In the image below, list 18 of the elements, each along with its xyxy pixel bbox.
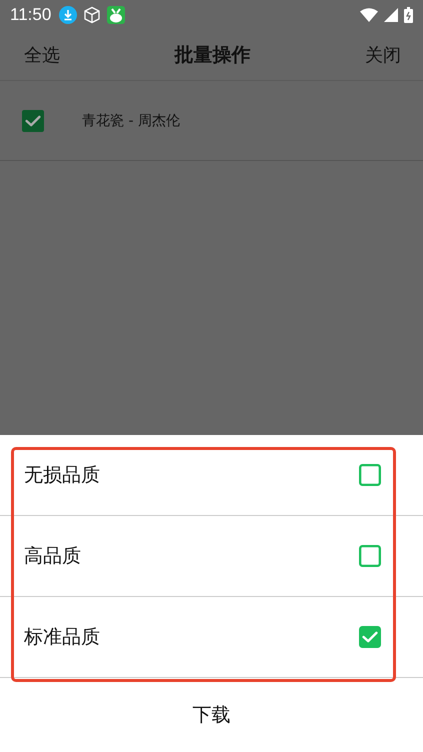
close-button[interactable]: 关闭 <box>365 43 401 67</box>
quality-option-label: 标准品质 <box>24 625 100 650</box>
cube-icon <box>83 6 102 24</box>
song-checkbox[interactable] <box>22 110 44 132</box>
battery-icon <box>404 7 413 23</box>
download-icon <box>59 6 78 24</box>
quality-checkbox[interactable] <box>359 464 381 486</box>
select-all-button[interactable]: 全选 <box>24 43 60 67</box>
app-icon <box>107 6 126 24</box>
status-time: 11:50 <box>10 5 52 25</box>
quality-checkbox[interactable] <box>359 545 381 567</box>
quality-option-label: 无损品质 <box>24 463 100 488</box>
quality-option-label: 高品质 <box>24 544 81 569</box>
quality-checkbox[interactable] <box>359 626 381 648</box>
signal-icon <box>384 8 398 22</box>
song-title: 青花瓷 - 周杰伦 <box>82 112 180 130</box>
page-title: 批量操作 <box>174 43 250 68</box>
wifi-icon <box>360 8 378 22</box>
